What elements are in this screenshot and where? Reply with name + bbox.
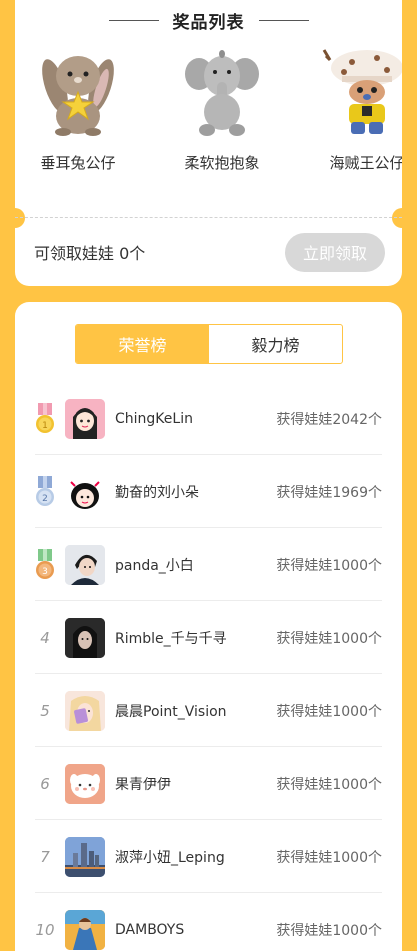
prize-name: 垂耳兔公仔 [40, 154, 116, 172]
svg-text:2: 2 [42, 494, 48, 504]
avatar[interactable] [65, 836, 105, 877]
bronze-medal-icon: 3 [36, 548, 54, 579]
doll-count: 获得娃娃1000个 [276, 630, 382, 647]
header-line-right [258, 19, 309, 21]
avatar[interactable] [65, 690, 105, 731]
ranking-tabs: 荣誉榜 毅力榜 [75, 324, 343, 364]
avatar[interactable] [65, 544, 105, 585]
header-line-left [108, 19, 159, 21]
user-name: Rimble_千与千寻 [115, 630, 227, 647]
ranking-card: 荣誉榜 毅力榜 1 ChingKeLin 获得娃娃2042个 2 勤奋的刘小朵 … [15, 302, 402, 951]
user-name: ChingKeLin [115, 410, 193, 427]
tab-perseverance[interactable]: 毅力榜 [209, 325, 342, 363]
avatar[interactable] [65, 763, 105, 804]
doll-count: 获得娃娃1000个 [276, 557, 382, 574]
rank-number: 10 [35, 920, 55, 939]
ticket-notch-right [392, 208, 402, 228]
prize-item-elephant[interactable]: 柔软抱抱象 [167, 46, 277, 173]
svg-text:1: 1 [42, 421, 48, 431]
doll-count: 获得娃娃1969个 [276, 484, 382, 501]
rank-row[interactable]: 6 果青伊伊 获得娃娃1000个 [35, 747, 382, 820]
chopper-plush-icon [322, 49, 402, 134]
rank-row[interactable]: 7 淑萍小妞_Leping 获得娃娃1000个 [35, 820, 382, 893]
claimable-count: 可领取娃娃 0个 [34, 244, 146, 263]
rank-number: 5 [40, 701, 50, 720]
prize-name: 海贼王公仔 [329, 154, 402, 172]
rank-row[interactable]: 1 ChingKeLin 获得娃娃2042个 [35, 382, 382, 455]
user-name: panda_小白 [115, 557, 194, 574]
user-name: 晨晨Point_Vision [115, 703, 227, 720]
tab-honor[interactable]: 荣誉榜 [76, 325, 209, 363]
prize-item-bunny[interactable]: 垂耳兔公仔 [23, 46, 133, 173]
avatar[interactable] [65, 909, 105, 950]
rank-row[interactable]: 2 勤奋的刘小朵 获得娃娃1969个 [35, 455, 382, 528]
rank-row[interactable]: 5 晨晨Point_Vision 获得娃娃1000个 [35, 674, 382, 747]
doll-count: 获得娃娃1000个 [276, 922, 382, 939]
rank-number: 4 [40, 628, 50, 647]
user-name: DAMBOYS [115, 921, 185, 938]
rank-number: 6 [40, 774, 50, 793]
rank-row[interactable]: 4 Rimble_千与千寻 获得娃娃1000个 [35, 601, 382, 674]
avatar[interactable] [65, 617, 105, 658]
prize-name: 柔软抱抱象 [184, 154, 260, 172]
silver-medal-icon: 2 [36, 475, 54, 506]
svg-text:3: 3 [42, 567, 48, 577]
doll-count: 获得娃娃2042个 [276, 411, 382, 428]
prize-list[interactable]: 垂耳兔公仔 柔软抱抱象 海贼王公仔 [15, 46, 402, 186]
user-name: 淑萍小妞_Leping [115, 849, 225, 866]
prize-list-title: 奖品列表 [172, 12, 245, 33]
claim-row: 可领取娃娃 0个 立即领取 [34, 232, 385, 272]
bunny-plush-icon [42, 56, 114, 136]
claim-now-button[interactable]: 立即领取 [285, 232, 385, 272]
user-name: 果青伊伊 [115, 776, 171, 793]
avatar[interactable] [65, 398, 105, 439]
doll-count: 获得娃娃1000个 [276, 776, 382, 793]
rank-number: 7 [40, 847, 50, 866]
elephant-plush-icon [185, 50, 259, 136]
rank-row[interactable]: 10 DAMBOYS 获得娃娃1000个 [35, 893, 382, 951]
rank-row[interactable]: 3 panda_小白 获得娃娃1000个 [35, 528, 382, 601]
ticket-notch-left [15, 208, 25, 228]
user-name: 勤奋的刘小朵 [115, 484, 199, 501]
avatar[interactable] [65, 471, 105, 512]
doll-count: 获得娃娃1000个 [276, 703, 382, 720]
prize-card: 奖品列表 垂耳兔公仔 柔软抱抱象 海贼王公仔 可领取娃娃 0个 立即领取 [15, 0, 402, 286]
doll-count: 获得娃娃1000个 [276, 849, 382, 866]
prize-list-header: 奖品列表 [15, 8, 402, 33]
gold-medal-icon: 1 [36, 402, 54, 433]
dashed-divider [15, 217, 402, 218]
prize-item-chopper[interactable]: 海贼王公仔 [312, 46, 402, 173]
